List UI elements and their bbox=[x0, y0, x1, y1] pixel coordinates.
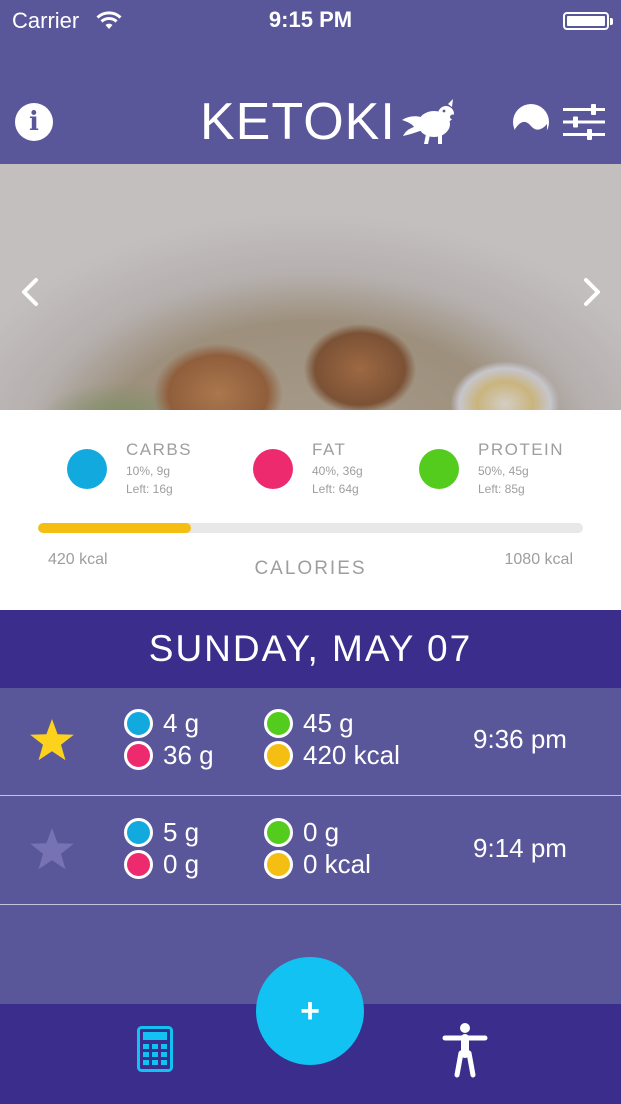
app-logo: KETOKI bbox=[200, 92, 456, 152]
macro-detail: 50%, 45g bbox=[478, 464, 529, 478]
battery-icon bbox=[563, 12, 613, 30]
carbs-dot bbox=[67, 449, 107, 489]
entry-carbs-value: 5 g bbox=[163, 817, 200, 847]
macro-detail: 40%, 36g bbox=[312, 464, 363, 478]
fat-ring bbox=[124, 850, 153, 879]
chevron-left-icon[interactable] bbox=[16, 272, 46, 312]
entry-carbs-value: 4 g bbox=[163, 708, 200, 738]
entry-fat: 36 g bbox=[124, 740, 214, 771]
pig-wing-icon bbox=[401, 99, 456, 144]
macro-summary: CARBS 10%, 9g Left: 16g FAT 40%, 36g Lef… bbox=[0, 410, 621, 610]
app-header: i KETOKI bbox=[0, 42, 621, 164]
entry-protein-value: 45 g bbox=[303, 708, 354, 738]
entry-time: 9:36 pm bbox=[473, 724, 567, 754]
star-icon[interactable] bbox=[29, 827, 75, 871]
entry-calories: 420 kcal bbox=[264, 740, 400, 771]
fat-ring bbox=[124, 741, 153, 770]
info-button[interactable]: i bbox=[15, 103, 53, 141]
macro-left: Left: 85g bbox=[478, 482, 525, 496]
macro-name: CARBS bbox=[126, 440, 193, 459]
status-bar: Carrier 9:15 PM bbox=[0, 0, 621, 42]
entry-carbs: 5 g bbox=[124, 817, 199, 848]
entry-fat-value: 36 g bbox=[163, 740, 214, 770]
calorie-progress-bar bbox=[38, 523, 583, 533]
entry-carbs: 4 g bbox=[124, 708, 199, 739]
star-icon[interactable] bbox=[29, 718, 75, 762]
macro-detail: 10%, 9g bbox=[126, 464, 171, 478]
body-icon[interactable] bbox=[442, 1022, 488, 1078]
entry-protein: 45 g bbox=[264, 708, 354, 739]
add-entry-button[interactable]: + bbox=[256, 957, 364, 1065]
macro-name: PROTEIN bbox=[478, 440, 565, 459]
entry-fat-value: 0 g bbox=[163, 849, 200, 879]
calories-ring bbox=[264, 741, 293, 770]
meal-entry[interactable]: 4 g 36 g 45 g 420 kcal 9:36 pm bbox=[0, 688, 621, 796]
calories-ring bbox=[264, 850, 293, 879]
fat-dot bbox=[253, 449, 293, 489]
theme-icon[interactable] bbox=[511, 102, 551, 142]
entry-protein-value: 0 g bbox=[303, 817, 340, 847]
day-header: SUNDAY, MAY 07 bbox=[0, 610, 621, 688]
entry-time: 9:14 pm bbox=[473, 833, 567, 863]
carbs-ring bbox=[124, 709, 153, 738]
entry-calories-value: 0 kcal bbox=[303, 849, 371, 879]
meal-photo-carousel[interactable] bbox=[0, 164, 621, 410]
meal-entry[interactable]: 5 g 0 g 0 g 0 kcal 9:14 pm bbox=[0, 797, 621, 905]
macro-name: FAT bbox=[312, 440, 347, 459]
calories-goal: 1080 kcal bbox=[504, 551, 574, 568]
macro-left: Left: 64g bbox=[312, 482, 359, 496]
info-icon: i bbox=[29, 107, 39, 137]
macro-left: Left: 16g bbox=[126, 482, 173, 496]
protein-dot bbox=[419, 449, 459, 489]
carbs-ring bbox=[124, 818, 153, 847]
entry-calories-value: 420 kcal bbox=[303, 740, 400, 770]
meal-photo bbox=[0, 164, 621, 410]
sliders-icon[interactable] bbox=[563, 104, 605, 140]
chevron-right-icon[interactable] bbox=[576, 272, 606, 312]
calorie-progress-fill bbox=[38, 523, 191, 533]
protein-ring bbox=[264, 709, 293, 738]
entry-calories: 0 kcal bbox=[264, 849, 371, 880]
entry-protein: 0 g bbox=[264, 817, 339, 848]
entry-fat: 0 g bbox=[124, 849, 199, 880]
protein-ring bbox=[264, 818, 293, 847]
status-time: 9:15 PM bbox=[268, 7, 353, 32]
calculator-icon[interactable] bbox=[137, 1026, 173, 1072]
logo-text: KETOKI bbox=[200, 93, 396, 151]
